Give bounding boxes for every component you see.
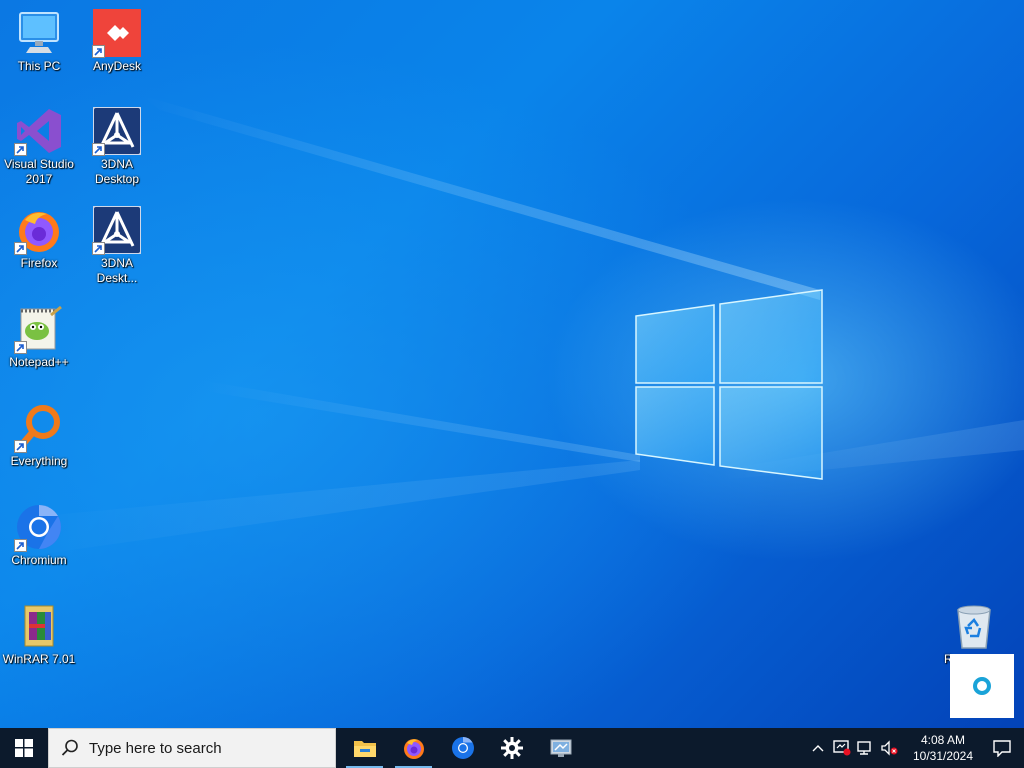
desktop-icon-firefox[interactable]: Firefox [1,205,77,271]
desktop-icon-anydesk[interactable]: AnyDesk [79,8,155,74]
monitor-icon [14,8,64,58]
taskbar-clock[interactable]: 4:08 AM 10/31/2024 [906,732,980,764]
file-explorer-icon [353,741,376,757]
taskbar-search-box[interactable]: Type here to search [48,728,336,768]
desktop-icon-label: Firefox [20,256,58,270]
shortcut-arrow-icon [14,143,27,156]
visual-studio-icon [14,106,64,156]
desktop-icon-label: 3DNA Deskt... [96,256,138,285]
shortcut-arrow-icon [14,242,27,255]
shortcut-arrow-icon [92,242,105,255]
taskbar: Type here to search 4:08 AM 10/31/2024 [0,728,1024,768]
settings-icon [500,737,523,759]
network-icon [857,741,871,755]
desktop-icon-everything[interactable]: Everything [1,403,77,469]
shortcut-arrow-icon [92,143,105,156]
volume-muted-icon [881,740,898,756]
taskbar-remote-desktop[interactable] [536,728,585,768]
system-tray: 4:08 AM 10/31/2024 [806,728,1024,768]
anydesk-icon [92,8,142,58]
chevron-up-icon [812,745,824,752]
windows-start-icon [15,739,33,757]
notepadpp-icon [14,304,64,354]
desktop-icon-chromium[interactable]: Chromium [1,502,77,568]
shortcut-arrow-icon [14,341,27,354]
chromium-icon [14,502,64,552]
clock-date: 10/31/2024 [912,749,974,763]
shortcut-arrow-icon [14,440,27,453]
desktop-icon-this-pc[interactable]: This PC [1,8,77,74]
firefox-icon [403,739,424,759]
desktop-icon-label: This PC [17,59,61,73]
chromium-icon [451,737,474,759]
desktop-icon-label: WinRAR 7.01 [2,652,76,666]
action-center-button[interactable] [980,728,1024,768]
taskbar-firefox[interactable] [389,728,438,768]
desktop[interactable]: This PC AnyDesk Visual Studio 2017 3DNA … [0,0,1024,728]
notification-icon [993,740,1011,757]
desktop-icon-label: Notepad++ [9,355,69,369]
desktop-icon-label: Chromium [11,553,67,567]
security-alert-icon [833,740,851,756]
desktop-icon-label: Visual Studio 2017 [4,157,74,186]
taskbar-file-explorer[interactable] [340,728,389,768]
desktop-icon-label: 3DNA Desktop [94,157,140,186]
recycle-bin-icon [949,601,999,651]
3dna-icon [92,205,142,255]
show-hidden-icons-button[interactable] [806,728,830,768]
desktop-icon-visual-studio[interactable]: Visual Studio 2017 [1,106,77,187]
remote-desktop-icon [550,739,571,757]
desktop-icon-notepadpp[interactable]: Notepad++ [1,304,77,370]
shortcut-arrow-icon [14,539,27,552]
shortcut-arrow-icon [92,45,105,58]
tray-network-icon[interactable] [854,728,878,768]
desktop-icon-3dna-desktop[interactable]: 3DNA Desktop [79,106,155,187]
start-button[interactable] [0,728,48,768]
search-icon [61,739,79,757]
taskbar-settings[interactable] [487,728,536,768]
everything-search-icon [14,403,64,453]
firefox-icon [14,205,64,255]
loading-indicator [950,654,1014,718]
3dna-icon [92,106,142,156]
desktop-icon-label: AnyDesk [92,59,142,73]
taskbar-chromium[interactable] [438,728,487,768]
desktop-icon-3dna-desktop-2[interactable]: 3DNA Deskt... [79,205,155,286]
desktop-icon-winrar[interactable]: WinRAR 7.01 [1,601,77,667]
search-placeholder: Type here to search [89,739,222,757]
winrar-icon [14,601,64,651]
loading-spinner-icon [973,677,991,695]
clock-time: 4:08 AM [920,733,966,747]
desktop-icon-label: Everything [10,454,68,468]
tray-volume-icon[interactable] [878,728,902,768]
tray-security-icon[interactable] [830,728,854,768]
